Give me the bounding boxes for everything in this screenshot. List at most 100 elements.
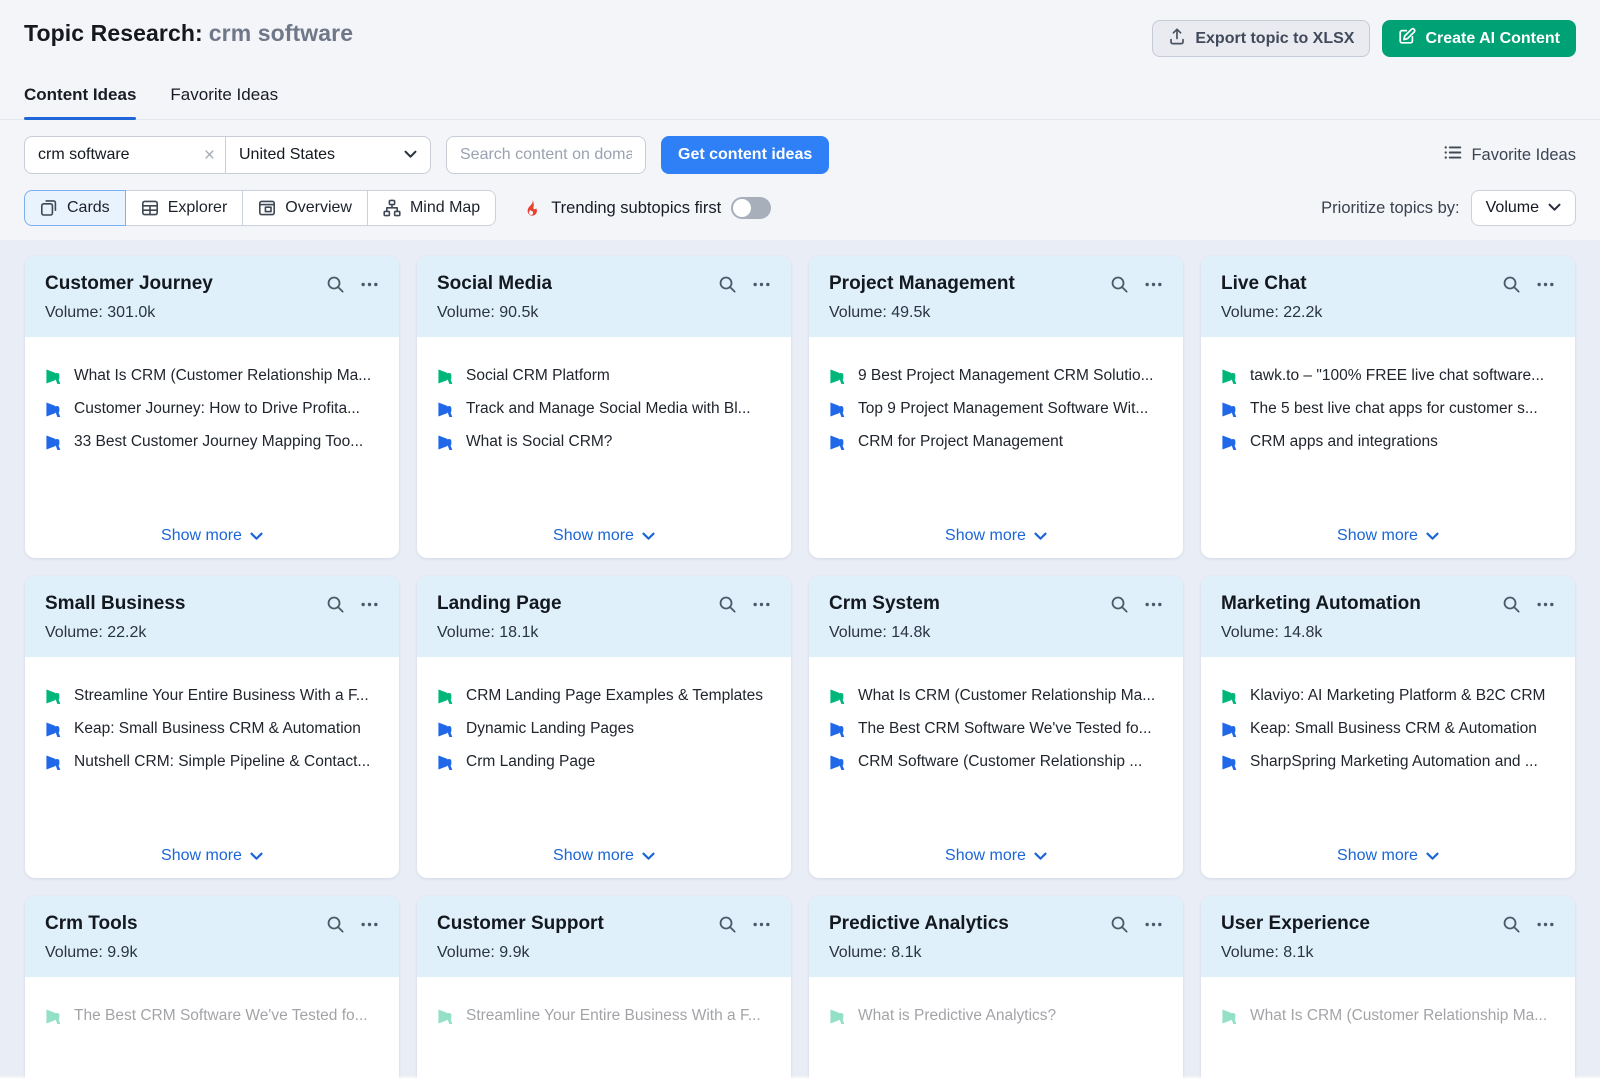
show-more-link[interactable]: Show more — [1201, 847, 1575, 865]
trending-toggle[interactable] — [731, 197, 771, 219]
content-idea-item[interactable]: Crm Landing Page — [437, 753, 771, 771]
content-idea-item[interactable]: Nutshell CRM: Simple Pipeline & Contact.… — [45, 753, 379, 771]
view-tab-mindmap-label: Mind Map — [410, 199, 480, 217]
content-idea-text: Top 9 Project Management Software Wit... — [858, 400, 1148, 418]
topic-card-header: Small Business Volume: 22.2k — [25, 576, 399, 657]
create-ai-content-button[interactable]: Create AI Content — [1382, 20, 1576, 57]
search-icon[interactable] — [718, 915, 737, 934]
content-idea-item[interactable]: The 5 best live chat apps for customer s… — [1221, 400, 1555, 418]
content-idea-item[interactable]: Klaviyo: AI Marketing Platform & B2C CRM — [1221, 687, 1555, 705]
export-xlsx-button[interactable]: Export topic to XLSX — [1152, 20, 1370, 57]
ellipsis-icon[interactable] — [752, 915, 771, 934]
search-icon[interactable] — [326, 915, 345, 934]
view-tab-overview[interactable]: Overview — [242, 190, 368, 226]
content-idea-item[interactable]: Dynamic Landing Pages — [437, 720, 771, 738]
show-more-link[interactable]: Show more — [25, 527, 399, 545]
content-idea-item[interactable]: 9 Best Project Management CRM Solutio... — [829, 367, 1163, 385]
show-more-link[interactable]: Show more — [1201, 527, 1575, 545]
content-idea-item[interactable]: Customer Journey: How to Drive Profita..… — [45, 400, 379, 418]
favorite-ideas-link[interactable]: Favorite Ideas — [1443, 143, 1576, 167]
ellipsis-icon[interactable] — [360, 275, 379, 294]
view-tab-explorer[interactable]: Explorer — [125, 190, 244, 226]
content-idea-item[interactable]: The Best CRM Software We've Tested fo... — [45, 1007, 379, 1025]
content-idea-item[interactable]: Track and Manage Social Media with Bl... — [437, 400, 771, 418]
search-icon[interactable] — [326, 275, 345, 294]
table-icon — [141, 199, 159, 217]
ellipsis-icon[interactable] — [360, 915, 379, 934]
topic-query-input[interactable] — [38, 146, 204, 164]
search-icon[interactable] — [1502, 275, 1521, 294]
show-more-link[interactable]: Show more — [25, 847, 399, 865]
content-idea-item[interactable]: Top 9 Project Management Software Wit... — [829, 400, 1163, 418]
content-idea-item[interactable]: What is Social CRM? — [437, 433, 771, 451]
content-idea-text: CRM apps and integrations — [1250, 433, 1438, 451]
content-idea-item[interactable]: CRM for Project Management — [829, 433, 1163, 451]
ellipsis-icon[interactable] — [1144, 915, 1163, 934]
content-idea-item[interactable]: SharpSpring Marketing Automation and ... — [1221, 753, 1555, 771]
content-idea-item[interactable]: CRM apps and integrations — [1221, 433, 1555, 451]
megaphone-icon — [1221, 721, 1238, 738]
ellipsis-icon[interactable] — [1144, 275, 1163, 294]
ellipsis-icon[interactable] — [360, 595, 379, 614]
search-icon[interactable] — [326, 595, 345, 614]
megaphone-icon — [437, 434, 454, 451]
cards-section: Customer Journey Volume: 301.0k What Is … — [0, 240, 1600, 1076]
show-more-link[interactable]: Show more — [417, 527, 791, 545]
country-select[interactable]: United States — [225, 137, 430, 173]
show-more-link[interactable]: Show more — [417, 847, 791, 865]
ellipsis-icon[interactable] — [1144, 595, 1163, 614]
content-idea-item[interactable]: CRM Landing Page Examples & Templates — [437, 687, 771, 705]
tab-content-ideas[interactable]: Content Ideas — [24, 85, 136, 119]
content-idea-item[interactable]: Streamline Your Entire Business With a F… — [45, 687, 379, 705]
ellipsis-icon[interactable] — [752, 275, 771, 294]
content-idea-item[interactable]: What Is CRM (Customer Relationship Ma... — [45, 367, 379, 385]
ellipsis-icon[interactable] — [1536, 915, 1555, 934]
content-idea-item[interactable]: CRM Software (Customer Relationship ... — [829, 753, 1163, 771]
topic-title: Crm Tools — [45, 913, 138, 935]
content-idea-item[interactable]: What Is CRM (Customer Relationship Ma... — [1221, 1007, 1555, 1025]
chevron-down-icon — [642, 852, 655, 861]
search-icon[interactable] — [1502, 915, 1521, 934]
search-icon[interactable] — [718, 275, 737, 294]
topic-card-actions — [326, 595, 379, 614]
domain-search-input[interactable] — [446, 136, 646, 174]
page-title-label: Topic Research: — [24, 20, 203, 46]
content-idea-item[interactable]: Streamline Your Entire Business With a F… — [437, 1007, 771, 1025]
content-idea-text: CRM Software (Customer Relationship ... — [858, 753, 1142, 771]
megaphone-icon — [829, 688, 846, 705]
search-icon[interactable] — [1110, 915, 1129, 934]
tab-favorite-ideas[interactable]: Favorite Ideas — [170, 85, 278, 119]
search-icon[interactable] — [718, 595, 737, 614]
content-idea-item[interactable]: What Is CRM (Customer Relationship Ma... — [829, 687, 1163, 705]
prioritize-select[interactable]: Volume — [1471, 190, 1576, 226]
toggle-knob — [733, 199, 751, 217]
show-more-link[interactable]: Show more — [809, 527, 1183, 545]
page-title-query: crm software — [209, 20, 353, 46]
show-more-link[interactable]: Show more — [809, 847, 1183, 865]
topics-grid: Customer Journey Volume: 301.0k What Is … — [25, 256, 1575, 1078]
content-idea-item[interactable]: What is Predictive Analytics? — [829, 1007, 1163, 1025]
ellipsis-icon[interactable] — [1536, 595, 1555, 614]
content-idea-item[interactable]: tawk.to – "100% FREE live chat software.… — [1221, 367, 1555, 385]
content-idea-item[interactable]: Keap: Small Business CRM & Automation — [45, 720, 379, 738]
search-icon[interactable] — [1110, 595, 1129, 614]
ellipsis-icon[interactable] — [1536, 275, 1555, 294]
search-icon[interactable] — [1110, 275, 1129, 294]
ellipsis-icon[interactable] — [752, 595, 771, 614]
content-idea-item[interactable]: The Best CRM Software We've Tested fo... — [829, 720, 1163, 738]
content-idea-item[interactable]: 33 Best Customer Journey Mapping Too... — [45, 433, 379, 451]
get-content-ideas-button[interactable]: Get content ideas — [661, 136, 829, 174]
topic-card: Customer Support Volume: 9.9k Streamline… — [417, 896, 791, 1078]
search-icon[interactable] — [1502, 595, 1521, 614]
megaphone-icon — [437, 754, 454, 771]
mindmap-icon — [383, 199, 401, 217]
view-tab-mindmap[interactable]: Mind Map — [367, 190, 496, 226]
content-idea-item[interactable]: Social CRM Platform — [437, 367, 771, 385]
upload-icon — [1168, 27, 1186, 50]
clear-query-icon[interactable]: × — [204, 146, 215, 165]
view-tab-cards[interactable]: Cards — [24, 190, 126, 226]
content-idea-item[interactable]: Keap: Small Business CRM & Automation — [1221, 720, 1555, 738]
megaphone-icon — [829, 434, 846, 451]
topic-card-actions — [1502, 275, 1555, 294]
flame-icon — [522, 199, 541, 218]
